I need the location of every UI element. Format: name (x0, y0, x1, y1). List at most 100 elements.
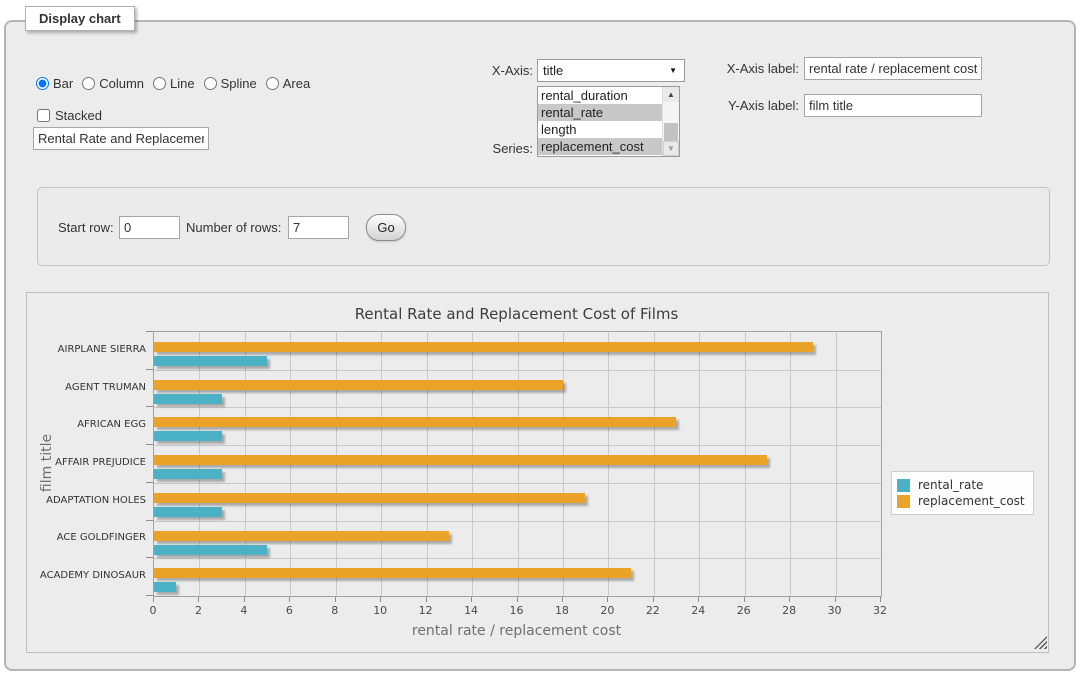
bar-replacement_cost (154, 493, 585, 503)
chart-type-bar[interactable]: Bar (36, 76, 73, 91)
chart-type-radio-group: Bar Column Line Spline Area (36, 76, 319, 91)
chart-type-line[interactable]: Line (153, 76, 195, 91)
stacked-row: Stacked (36, 108, 102, 123)
x-axis-selected-value: title (543, 63, 563, 78)
x-tick (244, 597, 245, 602)
x-tick-label: 0 (138, 604, 168, 617)
chart-type-area[interactable]: Area (266, 76, 310, 91)
y-category-label: ACADEMY DINOSAUR (33, 570, 146, 581)
bar-rental_rate (154, 507, 222, 517)
scroll-up-icon[interactable]: ▲ (663, 87, 679, 102)
x-axis-label-field-label: X-Axis label: (692, 61, 799, 76)
y-category-label: AGENT TRUMAN (33, 382, 146, 393)
bar-rental_rate (154, 582, 176, 592)
series-multiselect[interactable]: rental_durationrental_ratelengthreplacem… (537, 86, 680, 157)
y-tick (146, 557, 153, 558)
x-tick-label: 4 (229, 604, 259, 617)
bar-rental_rate (154, 356, 267, 366)
start-row-label: Start row: (58, 220, 114, 235)
bar-replacement_cost (154, 568, 631, 578)
go-button[interactable]: Go (366, 214, 406, 241)
x-tick (653, 597, 654, 602)
x-tick-label: 16 (502, 604, 532, 617)
y-tick (146, 369, 153, 370)
gridline (154, 445, 881, 446)
plot-area (153, 331, 882, 597)
radio-label: Column (99, 76, 144, 91)
x-tick-label: 6 (274, 604, 304, 617)
page: Display chart BarColumnLineSplineArea St… (0, 0, 1081, 681)
x-tick (198, 597, 199, 602)
bar-rental_rate (154, 545, 267, 555)
x-tick-label: 2 (183, 604, 213, 617)
x-tick (562, 597, 563, 602)
scrollbar-thumb[interactable] (664, 123, 678, 141)
y-axis-label-input[interactable] (804, 94, 982, 117)
radio-area[interactable] (266, 77, 279, 90)
number-of-rows-label: Number of rows: (186, 220, 281, 235)
chart-box: Rental Rate and Replacement Cost of Film… (26, 292, 1049, 653)
gridline (154, 370, 881, 371)
legend-item-replacement_cost: replacement_cost (897, 494, 1025, 508)
x-axis-label-input[interactable] (804, 57, 982, 80)
number-of-rows-input[interactable] (288, 216, 349, 239)
y-tick (146, 444, 153, 445)
x-tick (335, 597, 336, 602)
x-tick (835, 597, 836, 602)
series-field-label: Series: (433, 141, 533, 156)
chart-type-column[interactable]: Column (82, 76, 144, 91)
x-tick-label: 18 (547, 604, 577, 617)
series-option-rental_duration[interactable]: rental_duration (538, 87, 664, 104)
x-tick-label: 24 (683, 604, 713, 617)
start-row-input[interactable] (119, 216, 180, 239)
radio-line[interactable] (153, 77, 166, 90)
x-tick (289, 597, 290, 602)
bar-replacement_cost (154, 342, 813, 352)
radio-label: Spline (221, 76, 257, 91)
gridline (154, 483, 881, 484)
bar-replacement_cost (154, 455, 767, 465)
y-category-label: ADAPTATION HOLES (33, 495, 146, 506)
y-tick (146, 331, 153, 332)
stacked-label: Stacked (55, 108, 102, 123)
display-chart-fieldset: BarColumnLineSplineArea Stacked X-Axis: … (4, 20, 1076, 671)
radio-column[interactable] (82, 77, 95, 90)
scrollbar[interactable]: ▲ ▼ (662, 87, 679, 156)
x-tick-label: 10 (365, 604, 395, 617)
x-tick-label: 32 (865, 604, 895, 617)
bar-replacement_cost (154, 417, 676, 427)
bar-rental_rate (154, 469, 222, 479)
chart-type-spline[interactable]: Spline (204, 76, 257, 91)
chart-legend: rental_rate replacement_cost (891, 471, 1034, 515)
bar-rental_rate (154, 431, 222, 441)
legend-label: rental_rate (918, 478, 983, 492)
radio-label: Area (283, 76, 310, 91)
y-tick (146, 520, 153, 521)
chart-title-input[interactable] (33, 127, 209, 150)
series-option-replacement_cost[interactable]: replacement_cost (538, 138, 664, 155)
series-option-length[interactable]: length (538, 121, 664, 138)
gridline (154, 407, 881, 408)
series-option-rental_rate[interactable]: rental_rate (538, 104, 664, 121)
x-tick (698, 597, 699, 602)
x-tick (880, 597, 881, 602)
x-tick-label: 30 (820, 604, 850, 617)
radio-bar[interactable] (36, 77, 49, 90)
select-dropdown-icon: ▼ (669, 67, 677, 75)
x-tick-label: 14 (456, 604, 486, 617)
x-tick (517, 597, 518, 602)
x-axis-select[interactable]: title ▼ (537, 59, 685, 82)
x-tick (426, 597, 427, 602)
radio-label: Line (170, 76, 195, 91)
resize-handle-icon[interactable] (1034, 636, 1047, 649)
x-tick-label: 12 (411, 604, 441, 617)
radio-label: Bar (53, 76, 73, 91)
scroll-down-icon[interactable]: ▼ (663, 141, 679, 156)
legend-swatch (897, 479, 910, 492)
x-tick (789, 597, 790, 602)
bar-replacement_cost (154, 531, 449, 541)
bar-rental_rate (154, 394, 222, 404)
radio-spline[interactable] (204, 77, 217, 90)
stacked-checkbox[interactable] (37, 109, 50, 122)
gridline (790, 332, 791, 596)
